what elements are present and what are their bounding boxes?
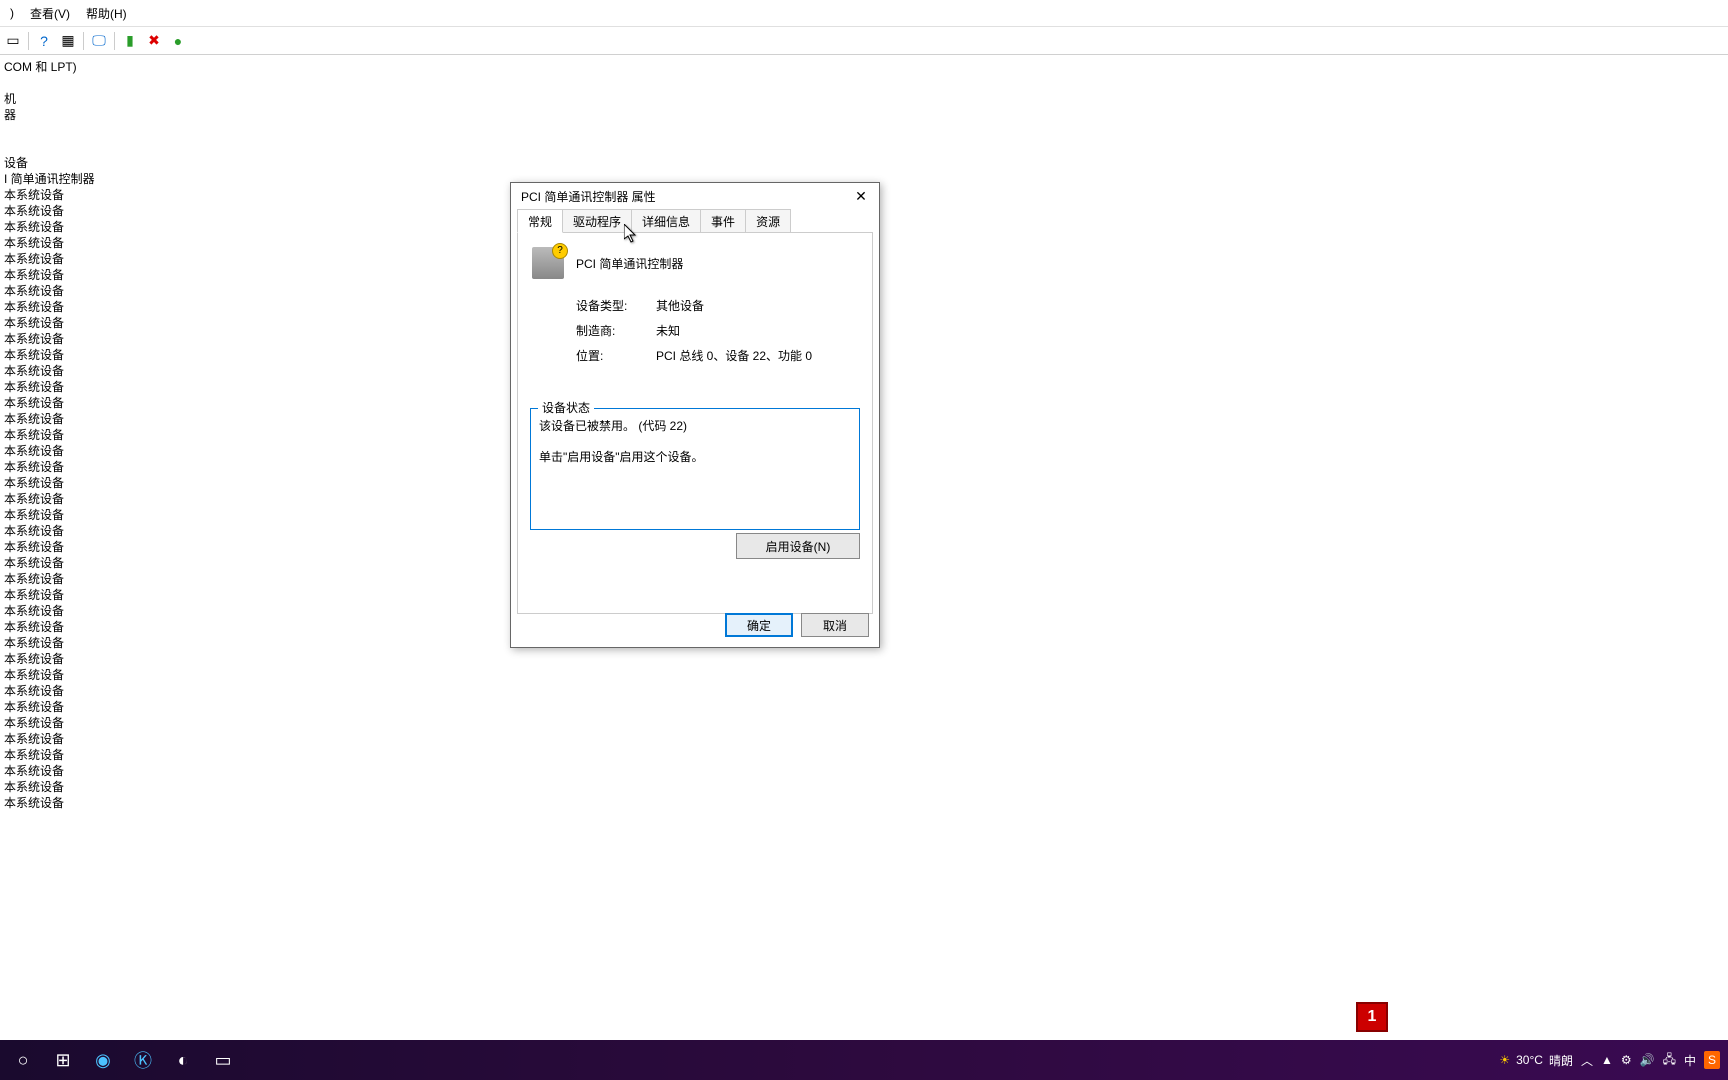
taskbar-app-edge[interactable]: ◉ xyxy=(84,1042,122,1078)
taskbar-app-3[interactable]: ◐ xyxy=(164,1042,202,1078)
tree-node-sys[interactable]: 本系统设备 xyxy=(0,795,1728,811)
weather-text: 晴朗 xyxy=(1549,1052,1573,1069)
menu-help[interactable]: 帮助(H) xyxy=(78,1,135,26)
start-button[interactable]: ○ xyxy=(4,1042,42,1078)
properties-dialog: PCI 简单通讯控制器 属性 ✕ 常规 驱动程序 详细信息 事件 资源 PCI … xyxy=(510,182,880,648)
tree-node-sys[interactable]: 本系统设备 xyxy=(0,699,1728,715)
prop-mfr-key: 制造商: xyxy=(576,322,656,339)
tree-node-sys[interactable]: 本系统设备 xyxy=(0,779,1728,795)
ok-button[interactable]: 确定 xyxy=(725,613,793,637)
prop-mfr-val: 未知 xyxy=(656,322,858,339)
prop-type-key: 设备类型: xyxy=(576,297,656,314)
tray-icon-sogou[interactable]: S xyxy=(1704,1051,1720,1069)
close-icon[interactable]: ✕ xyxy=(849,186,873,206)
dialog-tabs: 常规 驱动程序 详细信息 事件 资源 xyxy=(517,209,873,233)
tree-node-sys[interactable]: 本系统设备 xyxy=(0,651,1728,667)
tree-node-sys[interactable]: 本系统设备 xyxy=(0,763,1728,779)
network-icon[interactable]: 🖧 xyxy=(1663,1050,1676,1071)
taskbar-app-4[interactable]: ▭ xyxy=(204,1042,242,1078)
tray-icon[interactable]: ⚙ xyxy=(1621,1053,1632,1067)
device-name: PCI 简单通讯控制器 xyxy=(576,255,683,272)
ime-indicator[interactable]: 中 xyxy=(1684,1052,1696,1069)
toolbar-separator xyxy=(83,32,84,50)
device-icon xyxy=(532,247,564,279)
tree-node[interactable]: COM 和 LPT) xyxy=(0,59,1728,75)
tab-events[interactable]: 事件 xyxy=(700,209,746,233)
system-tray[interactable]: ︿ ▲ ⚙ 🔊 🖧 中 S xyxy=(1581,1050,1720,1071)
disable-icon[interactable]: ✖ xyxy=(143,30,165,52)
prop-loc-val: PCI 总线 0、设备 22、功能 0 xyxy=(656,347,858,364)
tree-node-sys[interactable]: 本系统设备 xyxy=(0,731,1728,747)
tab-driver[interactable]: 驱动程序 xyxy=(562,209,632,233)
dialog-title: PCI 简单通讯控制器 属性 xyxy=(521,188,656,205)
tree-category[interactable]: 设备 xyxy=(0,155,1728,171)
tray-icon[interactable]: ▲ xyxy=(1601,1053,1613,1067)
notification-badge[interactable]: 1 xyxy=(1356,1002,1388,1032)
status-label: 设备状态 xyxy=(538,399,594,416)
properties-icon[interactable]: ▦ xyxy=(57,30,79,52)
prop-loc-key: 位置: xyxy=(576,347,656,364)
taskbar: ○ ⊞ ◉ Ⓚ ◐ ▭ ☀ 30°C 晴朗 ︿ ▲ ⚙ 🔊 🖧 中 S xyxy=(0,1040,1728,1080)
tab-general[interactable]: 常规 xyxy=(517,209,563,233)
taskbar-app-2[interactable]: Ⓚ xyxy=(124,1042,162,1078)
dialog-titlebar: PCI 简单通讯控制器 属性 ✕ xyxy=(511,183,879,209)
toolbar-separator xyxy=(114,32,115,50)
task-view-icon[interactable]: ⊞ xyxy=(44,1042,82,1078)
tree-node-sys[interactable]: 本系统设备 xyxy=(0,667,1728,683)
weather-widget[interactable]: ☀ 30°C 晴朗 xyxy=(1499,1052,1573,1069)
tree-node-sys[interactable]: 本系统设备 xyxy=(0,683,1728,699)
temperature: 30°C xyxy=(1516,1053,1543,1067)
tab-details[interactable]: 详细信息 xyxy=(631,209,701,233)
menu-a[interactable]: ) xyxy=(2,2,22,24)
chevron-up-icon[interactable]: ︿ xyxy=(1581,1052,1593,1069)
tree-node-sys[interactable]: 本系统设备 xyxy=(0,747,1728,763)
tree-node-sys[interactable]: 本系统设备 xyxy=(0,715,1728,731)
device-properties: 设备类型:其他设备 制造商:未知 位置:PCI 总线 0、设备 22、功能 0 xyxy=(576,297,858,364)
menu-view[interactable]: 查看(V) xyxy=(22,1,78,26)
monitor-icon[interactable]: 🖵 xyxy=(88,30,110,52)
tab-resources[interactable]: 资源 xyxy=(745,209,791,233)
tree-node[interactable]: 器 xyxy=(0,107,1728,123)
volume-icon[interactable]: 🔊 xyxy=(1640,1053,1655,1067)
cancel-button[interactable]: 取消 xyxy=(801,613,869,637)
tab-panel: PCI 简单通讯控制器 设备类型:其他设备 制造商:未知 位置:PCI 总线 0… xyxy=(517,232,873,614)
enable-icon[interactable]: ● xyxy=(167,30,189,52)
toolbar: ▭ ? ▦ 🖵 ▮ ✖ ● xyxy=(0,27,1728,55)
enable-device-button[interactable]: 启用设备(N) xyxy=(736,533,860,559)
status-textbox[interactable] xyxy=(530,408,860,530)
sun-icon: ☀ xyxy=(1499,1053,1510,1067)
scan-icon[interactable]: ▮ xyxy=(119,30,141,52)
menubar: ) 查看(V) 帮助(H) xyxy=(0,0,1728,27)
help-icon[interactable]: ? xyxy=(33,30,55,52)
toolbar-btn-1[interactable]: ▭ xyxy=(2,30,24,52)
tree-node[interactable]: 机 xyxy=(0,91,1728,107)
prop-type-val: 其他设备 xyxy=(656,297,858,314)
toolbar-separator xyxy=(28,32,29,50)
